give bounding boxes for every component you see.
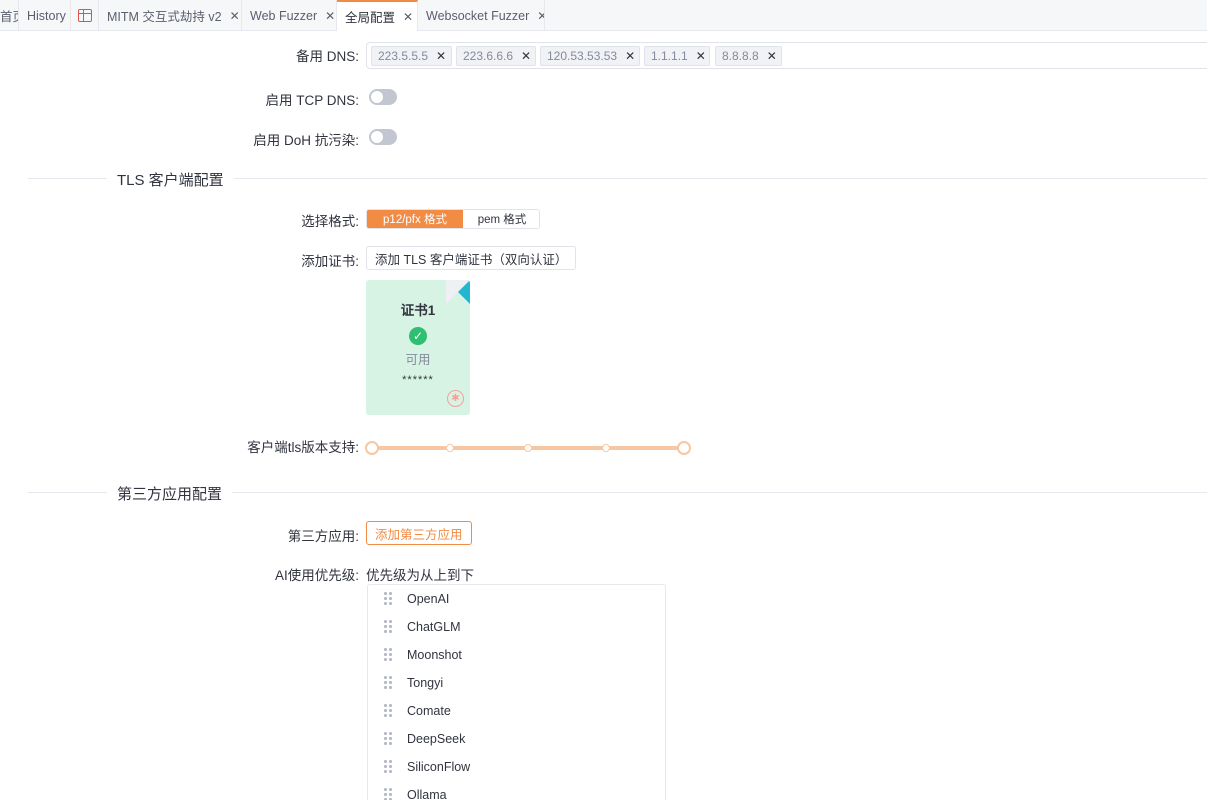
check-circle-icon: ✓ xyxy=(409,327,427,345)
tls-version-max-handle[interactable] xyxy=(677,441,691,455)
tab-label: History xyxy=(27,8,66,23)
tab-label: Websocket Fuzzer xyxy=(426,8,530,23)
tab-spreadsheet[interactable] xyxy=(71,0,99,31)
list-item[interactable]: Tongyi xyxy=(368,669,665,697)
close-icon[interactable]: ✕ xyxy=(230,9,240,23)
drag-handle-icon[interactable] xyxy=(384,648,392,662)
tab-global-config[interactable]: 全局配置 ✕ xyxy=(337,0,418,31)
list-item[interactable]: Moonshot xyxy=(368,641,665,669)
list-item[interactable]: OpenAI xyxy=(368,585,665,613)
dns-tag: 120.53.53.53 ✕ xyxy=(540,46,640,66)
cert-card[interactable]: 证书1 ✓ 可用 ****** ✱ xyxy=(366,280,470,415)
close-icon[interactable]: ✕ xyxy=(325,9,335,23)
drag-handle-icon[interactable] xyxy=(384,704,392,718)
add-third-party-button[interactable]: 添加第三方应用 xyxy=(366,521,472,545)
dns-tag-value: 8.8.8.8 xyxy=(722,49,759,63)
tab-label: 全局配置 xyxy=(345,11,396,25)
remove-icon[interactable]: ✕ xyxy=(696,49,706,63)
close-icon[interactable]: ✕ xyxy=(537,9,544,23)
tcp-dns-switch[interactable] xyxy=(369,89,397,105)
spreadsheet-icon xyxy=(78,9,92,22)
remove-icon[interactable]: ✕ xyxy=(521,49,531,63)
tab-websocket-fuzzer[interactable]: Websocket Fuzzer ✕ xyxy=(418,0,545,31)
format-selector: p12/pfx 格式 pem 格式 xyxy=(366,209,540,229)
tab-label: MITM 交互式劫持 v2 xyxy=(107,10,222,24)
tls-version-min-handle[interactable] xyxy=(365,441,379,455)
doh-label: 启用 DoH 抗污染: xyxy=(253,133,359,148)
ai-provider-name: DeepSeek xyxy=(407,732,466,746)
backup-dns-select[interactable]: 223.5.5.5 ✕ 223.6.6.6 ✕ 120.53.53.53 ✕ 1.1.… xyxy=(366,42,1207,69)
tab-mitm[interactable]: MITM 交互式劫持 v2 ✕ xyxy=(99,0,242,31)
remove-icon[interactable]: ✕ xyxy=(436,49,446,63)
list-item[interactable]: ChatGLM xyxy=(368,613,665,641)
slider-step-dot xyxy=(446,444,454,452)
drag-handle-icon[interactable] xyxy=(384,620,392,634)
tls-section-title: TLS 客户端配置 xyxy=(107,169,234,190)
third-party-app-label: 第三方应用: xyxy=(287,529,359,544)
list-item[interactable]: Comate xyxy=(368,697,665,725)
drag-handle-icon[interactable] xyxy=(384,788,392,800)
dns-tag-value: 223.6.6.6 xyxy=(463,49,514,63)
cert-title: 证书1 xyxy=(400,303,436,318)
dns-tag-value: 223.5.5.5 xyxy=(378,49,429,63)
tab-label: Web Fuzzer xyxy=(250,8,318,23)
add-tls-cert-button[interactable]: 添加 TLS 客户端证书（双向认证） xyxy=(366,246,577,270)
tab-history[interactable]: History xyxy=(19,0,71,31)
ai-provider-name: Ollama xyxy=(407,788,447,800)
ai-provider-list: OpenAI ChatGLM Moonshot Tongyi Comate De… xyxy=(367,584,666,800)
dns-tag: 223.5.5.5 ✕ xyxy=(371,46,452,66)
tab-bar: 首页 History MITM 交互式劫持 v2 ✕ Web Fuzzer ✕ … xyxy=(0,0,1207,31)
doh-switch[interactable] xyxy=(369,129,397,145)
ai-priority-label: AI使用优先级: xyxy=(274,568,359,583)
ai-priority-hint: 优先级为从上到下 xyxy=(366,568,474,583)
list-item[interactable]: DeepSeek xyxy=(368,725,665,753)
tls-version-label: 客户端tls版本支持: xyxy=(247,440,359,455)
remove-icon[interactable]: ✕ xyxy=(767,49,777,63)
ai-provider-name: OpenAI xyxy=(407,592,450,606)
ai-provider-name: Comate xyxy=(407,704,451,718)
dns-tag-value: 1.1.1.1 xyxy=(651,49,688,63)
ai-provider-name: Tongyi xyxy=(407,676,444,690)
list-item[interactable]: SiliconFlow xyxy=(368,753,665,781)
dns-tag: 8.8.8.8 ✕ xyxy=(715,46,782,66)
drag-handle-icon[interactable] xyxy=(384,592,392,606)
cert-password: ****** xyxy=(402,374,434,386)
dns-tag: 1.1.1.1 ✕ xyxy=(644,46,710,66)
format-option-pem[interactable]: pem 格式 xyxy=(463,210,539,228)
ai-provider-name: Moonshot xyxy=(407,648,462,662)
ai-provider-name: ChatGLM xyxy=(407,620,461,634)
format-label: 选择格式: xyxy=(301,214,359,229)
tab-web-fuzzer[interactable]: Web Fuzzer ✕ xyxy=(242,0,337,31)
drag-handle-icon[interactable] xyxy=(384,676,392,690)
backup-dns-label: 备用 DNS: xyxy=(295,49,359,64)
slider-step-dot xyxy=(524,444,532,452)
list-item[interactable]: Ollama xyxy=(368,781,665,800)
third-party-section-title: 第三方应用配置 xyxy=(107,483,233,504)
drag-handle-icon[interactable] xyxy=(384,760,392,774)
close-icon[interactable]: ✕ xyxy=(403,10,413,24)
tcp-dns-label: 启用 TCP DNS: xyxy=(265,93,359,108)
cert-status: 可用 xyxy=(405,353,431,367)
remove-icon[interactable]: ✕ xyxy=(625,49,635,63)
drag-handle-icon[interactable] xyxy=(384,732,392,746)
format-option-p12[interactable]: p12/pfx 格式 xyxy=(367,210,463,228)
add-cert-label: 添加证书: xyxy=(301,254,359,269)
dns-tag: 223.6.6.6 ✕ xyxy=(456,46,536,66)
slider-step-dot xyxy=(602,444,610,452)
ai-provider-name: SiliconFlow xyxy=(407,760,471,774)
delete-icon[interactable]: ✱ xyxy=(447,390,464,407)
tab-home[interactable]: 首页 xyxy=(0,0,19,31)
dns-tag-value: 120.53.53.53 xyxy=(547,49,618,63)
tab-label: 首页 xyxy=(0,10,18,24)
